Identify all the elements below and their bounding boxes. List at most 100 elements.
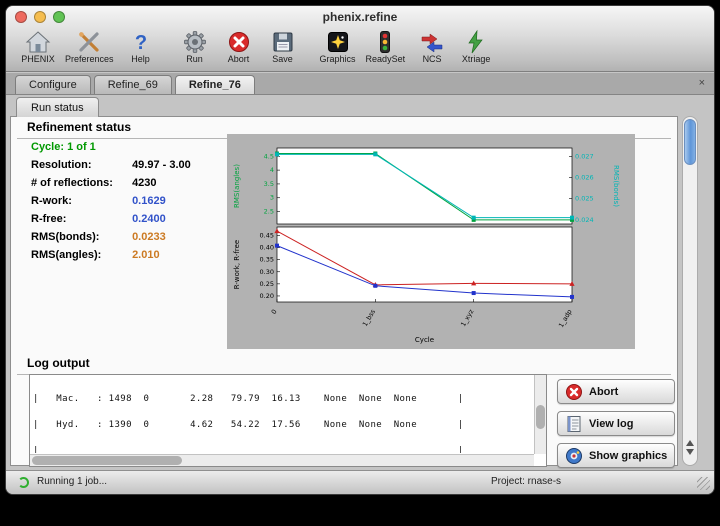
refinement-progress-chart: 2.5 3 3.5 4 4.5 RMS(angles) 0.024 0.025 0.026 0.0…: [227, 134, 635, 349]
resolution-stat: Resolution: 49.97 - 3.00: [31, 159, 191, 171]
toolbar-button-phenix[interactable]: PHENIX: [16, 29, 60, 64]
save-icon: [270, 29, 296, 55]
toolbar-button-help[interactable]: ? Help: [119, 29, 163, 64]
window-title: phenix.refine: [6, 6, 714, 28]
rms-bonds-stat: RMS(bonds): 0.0233: [31, 231, 166, 243]
subtab-run-status[interactable]: Run status: [16, 97, 99, 117]
toolbar-button-run[interactable]: Run: [173, 29, 217, 64]
svg-text:1_xyz: 1_xyz: [459, 307, 475, 328]
ncs-icon: [419, 29, 445, 55]
cycle-value: Cycle: 1 of 1: [31, 141, 96, 153]
toolbar-label: Help: [131, 54, 150, 64]
tab-configure[interactable]: Configure: [15, 75, 91, 94]
titlebar[interactable]: phenix.refine: [6, 6, 714, 28]
abort-icon: [226, 29, 252, 55]
toolbar-label: Xtriage: [462, 54, 491, 64]
log-hscroll-thumb[interactable]: [32, 456, 182, 465]
svg-text:0.027: 0.027: [575, 152, 594, 160]
view-log-button-label: View log: [589, 418, 633, 430]
svg-text:0.024: 0.024: [575, 216, 594, 224]
status-message: Running 1 job...: [37, 476, 107, 487]
toolbar-button-xtriage[interactable]: Xtriage: [454, 29, 498, 64]
svg-text:RMS(bonds): RMS(bonds): [612, 165, 620, 207]
svg-text:0.026: 0.026: [575, 174, 594, 182]
log-vertical-scrollbar[interactable]: [534, 375, 546, 454]
tab-refine-76[interactable]: Refine_76: [175, 75, 255, 94]
show-graphics-icon: [565, 447, 583, 465]
toolbar-label: NCS: [423, 54, 442, 64]
help-icon: ?: [128, 29, 154, 55]
toolbar-button-abort[interactable]: Abort: [217, 29, 261, 64]
toolbar-button-preferences[interactable]: Preferences: [60, 29, 119, 64]
toolbar-label: Preferences: [65, 54, 114, 64]
svg-text:3.5: 3.5: [264, 180, 274, 188]
close-button[interactable]: [15, 11, 27, 23]
svg-text:0: 0: [270, 308, 279, 316]
svg-text:1_adp: 1_adp: [557, 308, 574, 329]
svg-text:0.20: 0.20: [260, 292, 274, 300]
toolbar-label: Graphics: [320, 54, 356, 64]
toolbar: PHENIX Preferences ? Help: [6, 28, 714, 72]
toolbar-button-readyset[interactable]: ReadySet: [361, 29, 411, 64]
toolbar-label: Abort: [228, 54, 250, 64]
main-scrollbar[interactable]: [682, 116, 698, 466]
tab-bar: Configure Refine_69 Refine_76 ×: [6, 73, 714, 95]
rms-angles-stat: RMS(angles): 2.010: [31, 249, 160, 261]
toolbar-label: PHENIX: [21, 54, 55, 64]
zoom-button[interactable]: [53, 11, 65, 23]
scroll-up-arrow-icon[interactable]: [686, 440, 694, 446]
svg-text:0.35: 0.35: [260, 256, 274, 264]
readyset-traffic-light-icon: [372, 29, 398, 55]
resize-grip[interactable]: [697, 477, 710, 490]
log-vscroll-thumb[interactable]: [536, 405, 545, 429]
log-horizontal-scrollbar[interactable]: [30, 454, 534, 466]
svg-text:0.45: 0.45: [260, 231, 274, 239]
run-status-page: Run status Refinement status Cycle: 1 of…: [6, 95, 714, 470]
document-icon: [565, 415, 583, 433]
close-tab-icon[interactable]: ×: [699, 77, 705, 89]
svg-text:?: ?: [134, 32, 146, 54]
minimize-button[interactable]: [34, 11, 46, 23]
preferences-tools-icon: [76, 29, 102, 55]
subtab-label: Run status: [31, 102, 84, 114]
toolbar-button-ncs[interactable]: NCS: [410, 29, 454, 64]
svg-text:Cycle: Cycle: [415, 336, 434, 344]
svg-text:0.30: 0.30: [260, 268, 274, 276]
project-label: Project: rnase-s: [491, 476, 561, 487]
abort-button[interactable]: Abort: [557, 379, 675, 404]
main-scrollbar-thumb[interactable]: [684, 119, 696, 165]
reflections-stat: # of reflections: 4230: [31, 177, 157, 189]
r-free-stat: R-free: 0.2400: [31, 213, 166, 225]
phenix-home-icon: [25, 29, 51, 55]
tab-label: Refine_76: [189, 79, 241, 91]
svg-text:1_bss: 1_bss: [361, 307, 377, 327]
run-gear-icon: [182, 29, 208, 55]
svg-text:3: 3: [270, 194, 274, 202]
tab-refine-69[interactable]: Refine_69: [94, 75, 172, 94]
tab-label: Configure: [29, 79, 77, 91]
progress-spinner-icon: [18, 477, 29, 488]
view-log-button[interactable]: View log: [557, 411, 675, 436]
svg-text:4: 4: [270, 166, 274, 174]
svg-text:0.40: 0.40: [260, 244, 274, 252]
show-graphics-button-label: Show graphics: [589, 450, 667, 462]
xtriage-icon: [463, 29, 489, 55]
svg-text:R-work, R-free: R-work, R-free: [233, 240, 241, 289]
show-graphics-button[interactable]: Show graphics: [557, 443, 675, 468]
svg-text:0.025: 0.025: [575, 195, 594, 203]
tab-label: Refine_69: [108, 79, 158, 91]
cycle-stat: Cycle: 1 of 1: [31, 141, 96, 153]
toolbar-button-save[interactable]: Save: [261, 29, 305, 64]
log-text: | Mac. : 1498 0 2.28 79.79 16.13 None No…: [33, 377, 532, 453]
svg-text:4.5: 4.5: [264, 152, 274, 160]
abort-x-icon: [565, 383, 583, 401]
toolbar-button-graphics[interactable]: Graphics: [315, 29, 361, 64]
phenix-refine-window: phenix.refine PHENIX Preferences: [5, 5, 715, 495]
svg-text:2.5: 2.5: [264, 208, 274, 216]
r-work-stat: R-work: 0.1629: [31, 195, 166, 207]
svg-text:RMS(angles): RMS(angles): [233, 164, 241, 208]
toolbar-label: Save: [272, 54, 293, 64]
log-output-box[interactable]: | Mac. : 1498 0 2.28 79.79 16.13 None No…: [29, 374, 547, 467]
scroll-down-arrow-icon[interactable]: [686, 449, 694, 455]
window-chrome: phenix.refine PHENIX Preferences: [6, 6, 714, 72]
